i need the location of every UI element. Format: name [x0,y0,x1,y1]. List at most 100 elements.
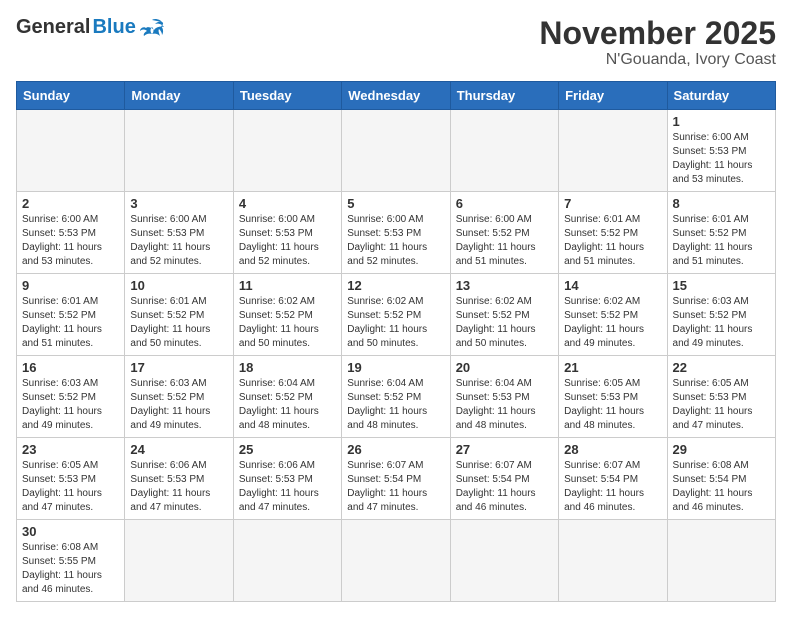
table-row [342,110,450,192]
header-monday: Monday [125,82,233,110]
calendar-table: Sunday Monday Tuesday Wednesday Thursday… [16,81,776,602]
calendar-week-row: 1 Sunrise: 6:00 AM Sunset: 5:53 PM Daylig… [17,110,776,192]
day-number: 28 [564,442,661,457]
day-info: Sunrise: 6:06 AM Sunset: 5:53 PM Dayligh… [130,459,227,515]
day-number: 23 [22,442,119,457]
day-info: Sunrise: 6:04 AM Sunset: 5:52 PM Dayligh… [239,377,336,433]
header-tuesday: Tuesday [233,82,341,110]
day-number: 17 [130,360,227,375]
table-row [233,520,341,602]
table-row [450,520,558,602]
day-number: 2 [22,196,119,211]
header-wednesday: Wednesday [342,82,450,110]
day-info: Sunrise: 6:02 AM Sunset: 5:52 PM Dayligh… [564,295,661,351]
day-info: Sunrise: 6:05 AM Sunset: 5:53 PM Dayligh… [564,377,661,433]
day-number: 21 [564,360,661,375]
table-row: 8Sunrise: 6:01 AM Sunset: 5:52 PM Daylig… [667,192,775,274]
table-row: 3 Sunrise: 6:00 AM Sunset: 5:53 PM Daylig… [125,192,233,274]
day-info: Sunrise: 6:07 AM Sunset: 5:54 PM Dayligh… [456,459,553,515]
calendar-week-row: 9Sunrise: 6:01 AM Sunset: 5:52 PM Daylig… [17,274,776,356]
table-row: 11 Sunrise: 6:02 AM Sunset: 5:52 PM Dayli… [233,274,341,356]
day-info: Sunrise: 6:06 AM Sunset: 5:53 PM Dayligh… [239,459,336,515]
day-number: 14 [564,278,661,293]
table-row: 5 Sunrise: 6:00 AM Sunset: 5:53 PM Daylig… [342,192,450,274]
day-info: Sunrise: 6:07 AM Sunset: 5:54 PM Dayligh… [564,459,661,515]
day-number: 25 [239,442,336,457]
calendar-week-row: 2 Sunrise: 6:00 AM Sunset: 5:53 PM Daylig… [17,192,776,274]
table-row: 18 Sunrise: 6:04 AM Sunset: 5:52 PM Dayli… [233,356,341,438]
day-number: 3 [130,196,227,211]
day-number: 7 [564,196,661,211]
table-row [559,110,667,192]
days-header-row: Sunday Monday Tuesday Wednesday Thursday… [17,82,776,110]
table-row: 21 Sunrise: 6:05 AM Sunset: 5:53 PM Dayli… [559,356,667,438]
table-row [559,520,667,602]
day-number: 4 [239,196,336,211]
table-row: 29 Sunrise: 6:08 AM Sunset: 5:54 PM Dayli… [667,438,775,520]
table-row: 9Sunrise: 6:01 AM Sunset: 5:52 PM Daylig… [17,274,125,356]
table-row: 16Sunrise: 6:03 AM Sunset: 5:52 PM Dayli… [17,356,125,438]
table-row [450,110,558,192]
table-row: 13Sunrise: 6:02 AM Sunset: 5:52 PM Dayli… [450,274,558,356]
table-row: 23 Sunrise: 6:05 AM Sunset: 5:53 PM Dayli… [17,438,125,520]
day-info: Sunrise: 6:01 AM Sunset: 5:52 PM Dayligh… [564,213,661,269]
day-info: Sunrise: 6:00 AM Sunset: 5:52 PM Dayligh… [456,213,553,269]
table-row: 10 Sunrise: 6:01 AM Sunset: 5:52 PM Dayli… [125,274,233,356]
day-number: 8 [673,196,770,211]
day-info: Sunrise: 6:02 AM Sunset: 5:52 PM Dayligh… [347,295,444,351]
day-info: Sunrise: 6:05 AM Sunset: 5:53 PM Dayligh… [22,459,119,515]
table-row: 24Sunrise: 6:06 AM Sunset: 5:53 PM Dayli… [125,438,233,520]
table-row: 19Sunrise: 6:04 AM Sunset: 5:52 PM Dayli… [342,356,450,438]
table-row: 15Sunrise: 6:03 AM Sunset: 5:52 PM Dayli… [667,274,775,356]
day-info: Sunrise: 6:00 AM Sunset: 5:53 PM Dayligh… [239,213,336,269]
table-row: 1 Sunrise: 6:00 AM Sunset: 5:53 PM Daylig… [667,110,775,192]
day-info: Sunrise: 6:00 AM Sunset: 5:53 PM Dayligh… [673,131,770,187]
table-row: 20 Sunrise: 6:04 AM Sunset: 5:53 PM Dayli… [450,356,558,438]
table-row [667,520,775,602]
day-info: Sunrise: 6:04 AM Sunset: 5:53 PM Dayligh… [456,377,553,433]
table-row [125,520,233,602]
day-number: 5 [347,196,444,211]
day-number: 16 [22,360,119,375]
table-row [233,110,341,192]
calendar-subtitle: N'Gouanda, Ivory Coast [539,51,776,69]
day-number: 18 [239,360,336,375]
table-row: 27 Sunrise: 6:07 AM Sunset: 5:54 PM Dayli… [450,438,558,520]
day-info: Sunrise: 6:07 AM Sunset: 5:54 PM Dayligh… [347,459,444,515]
day-info: Sunrise: 6:08 AM Sunset: 5:54 PM Dayligh… [673,459,770,515]
header-friday: Friday [559,82,667,110]
table-row: 12Sunrise: 6:02 AM Sunset: 5:52 PM Dayli… [342,274,450,356]
day-number: 19 [347,360,444,375]
table-row: 7 Sunrise: 6:01 AM Sunset: 5:52 PM Daylig… [559,192,667,274]
day-info: Sunrise: 6:00 AM Sunset: 5:53 PM Dayligh… [130,213,227,269]
day-number: 27 [456,442,553,457]
day-info: Sunrise: 6:01 AM Sunset: 5:52 PM Dayligh… [130,295,227,351]
day-number: 10 [130,278,227,293]
calendar-week-row: 16Sunrise: 6:03 AM Sunset: 5:52 PM Dayli… [17,356,776,438]
day-number: 20 [456,360,553,375]
header-sunday: Sunday [17,82,125,110]
table-row [342,520,450,602]
day-number: 29 [673,442,770,457]
day-number: 30 [22,524,119,539]
day-number: 11 [239,278,336,293]
calendar-week-row: 30Sunrise: 6:08 AM Sunset: 5:55 PM Dayli… [17,520,776,602]
day-info: Sunrise: 6:02 AM Sunset: 5:52 PM Dayligh… [239,295,336,351]
calendar-title: November 2025 [539,16,776,51]
day-info: Sunrise: 6:01 AM Sunset: 5:52 PM Dayligh… [22,295,119,351]
table-row: 30Sunrise: 6:08 AM Sunset: 5:55 PM Dayli… [17,520,125,602]
logo: General Blue [16,16,164,39]
table-row [125,110,233,192]
day-info: Sunrise: 6:00 AM Sunset: 5:53 PM Dayligh… [22,213,119,269]
day-info: Sunrise: 6:00 AM Sunset: 5:53 PM Dayligh… [347,213,444,269]
day-number: 22 [673,360,770,375]
day-number: 15 [673,278,770,293]
day-info: Sunrise: 6:05 AM Sunset: 5:53 PM Dayligh… [673,377,770,433]
day-number: 1 [673,114,770,129]
logo-general-text: General [16,16,90,39]
title-block: November 2025 N'Gouanda, Ivory Coast [539,16,776,69]
table-row: 17Sunrise: 6:03 AM Sunset: 5:52 PM Dayli… [125,356,233,438]
table-row: 14 Sunrise: 6:02 AM Sunset: 5:52 PM Dayli… [559,274,667,356]
header-thursday: Thursday [450,82,558,110]
header-saturday: Saturday [667,82,775,110]
